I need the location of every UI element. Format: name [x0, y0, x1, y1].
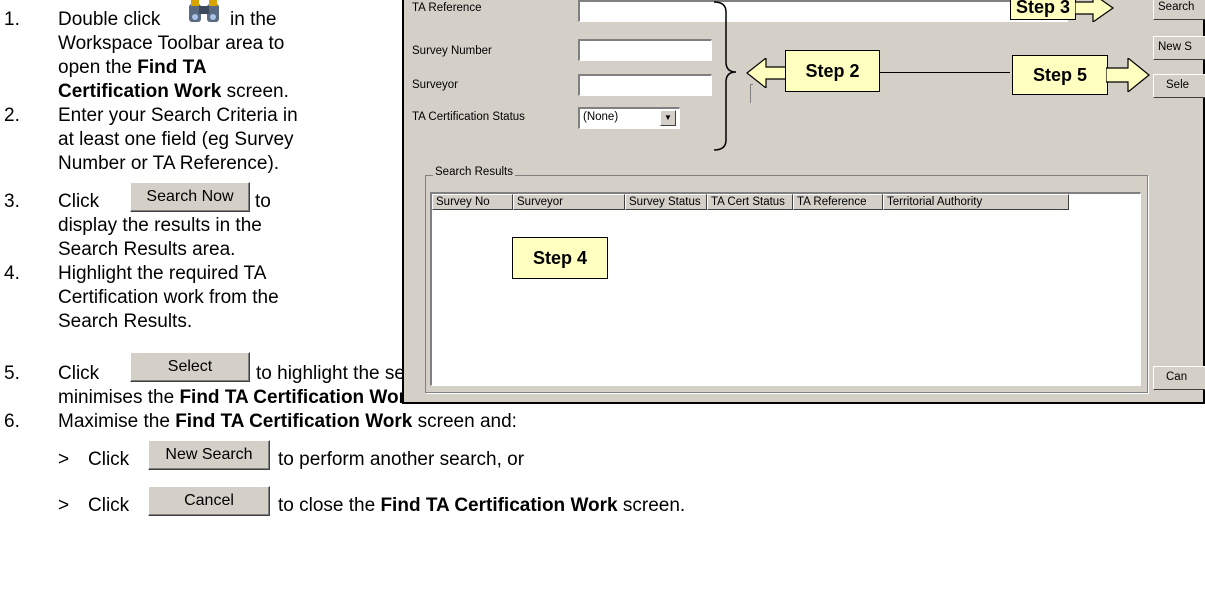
new-search-button[interactable]: New Search — [148, 440, 270, 470]
search-results-list[interactable] — [430, 192, 1141, 386]
ta-reference-input[interactable] — [578, 0, 1068, 22]
step-3-text-before: Click — [58, 191, 100, 212]
surveyor-input[interactable] — [578, 74, 712, 96]
step-2-line1: Enter your Search Criteria in — [58, 105, 298, 126]
sub-item-2-marker: > — [58, 495, 70, 516]
arrow-right-icon — [1075, 0, 1115, 22]
surveyor-label: Surveyor — [412, 79, 459, 91]
step-5-number: 5. — [4, 363, 20, 384]
sub-item-1-marker: > — [58, 449, 70, 470]
step-3-callout: Step 3 — [1010, 0, 1076, 20]
step-4-line3: Search Results. — [58, 311, 193, 332]
column-header-ta-cert-status[interactable]: TA Cert Status — [707, 194, 793, 210]
step-6-line1: Maximise the Find TA Certification Work … — [58, 411, 517, 432]
step-4-line2: Certification work from the — [58, 287, 279, 308]
new-search-side-button[interactable]: New S — [1153, 36, 1205, 60]
column-header-territorial-authority[interactable]: Territorial Authority — [883, 194, 1069, 210]
step-5-text-before: Click — [58, 363, 100, 384]
search-results-label: Search Results — [433, 166, 515, 178]
step-2-callout: Step 2 — [785, 50, 880, 92]
step-6-number: 6. — [4, 411, 20, 432]
ta-cert-status-label: TA Certification Status — [412, 111, 525, 123]
survey-number-input[interactable] — [578, 39, 712, 61]
survey-number-label: Survey Number — [412, 45, 492, 57]
arrow-right-icon — [1106, 58, 1150, 92]
arrow-left-icon — [746, 58, 786, 88]
sub-item-1-before: Click — [88, 449, 130, 470]
results-column-headers: Survey No Surveyor Survey Status TA Cert… — [432, 194, 1069, 210]
step-3-line2: display the results in the — [58, 215, 262, 236]
cancel-side-button[interactable]: Can — [1153, 366, 1205, 390]
step-4-callout: Step 4 — [512, 237, 608, 279]
step-1-text-after: in the — [230, 9, 277, 30]
step-4-number: 4. — [4, 263, 20, 284]
chevron-down-icon[interactable]: ▼ — [660, 110, 676, 126]
column-header-ta-reference[interactable]: TA Reference — [793, 194, 883, 210]
select-side-button[interactable]: Sele — [1153, 74, 1205, 98]
step-3-text-after: to — [255, 191, 271, 212]
column-header-surveyor[interactable]: Surveyor — [513, 194, 625, 210]
binoculars-icon[interactable] — [187, 0, 221, 24]
sub-item-1-after: to perform another search, or — [278, 449, 525, 470]
cancel-button[interactable]: Cancel — [148, 486, 270, 516]
search-now-button[interactable]: Search Now — [130, 182, 250, 212]
connector-line — [880, 72, 1010, 73]
step-3-line3: Search Results area. — [58, 239, 236, 260]
step-2-number: 2. — [4, 105, 20, 126]
step-1-number: 1. — [4, 9, 20, 30]
step-3-number: 3. — [4, 191, 20, 212]
sub-item-2-after: to close the Find TA Certification Work … — [278, 495, 686, 516]
step-2-line2: at least one field (eg Survey — [58, 129, 294, 150]
step-1-line3: open the Find TA — [58, 57, 207, 78]
column-header-survey-no[interactable]: Survey No — [432, 194, 513, 210]
step-4-line1: Highlight the required TA — [58, 263, 267, 284]
step-1-line2: Workspace Toolbar area to — [58, 33, 285, 54]
select-button[interactable]: Select — [130, 352, 250, 382]
step-1-line4: Certification Work screen. — [58, 81, 289, 102]
search-side-button[interactable]: Search — [1153, 0, 1205, 20]
step-1-text-before: Double click — [58, 9, 161, 30]
sub-item-2-before: Click — [88, 495, 130, 516]
ta-reference-label: TA Reference — [412, 2, 482, 14]
step-5-callout: Step 5 — [1012, 55, 1108, 95]
column-header-survey-status[interactable]: Survey Status — [625, 194, 707, 210]
step-2-line3: Number or TA Reference). — [58, 153, 280, 174]
